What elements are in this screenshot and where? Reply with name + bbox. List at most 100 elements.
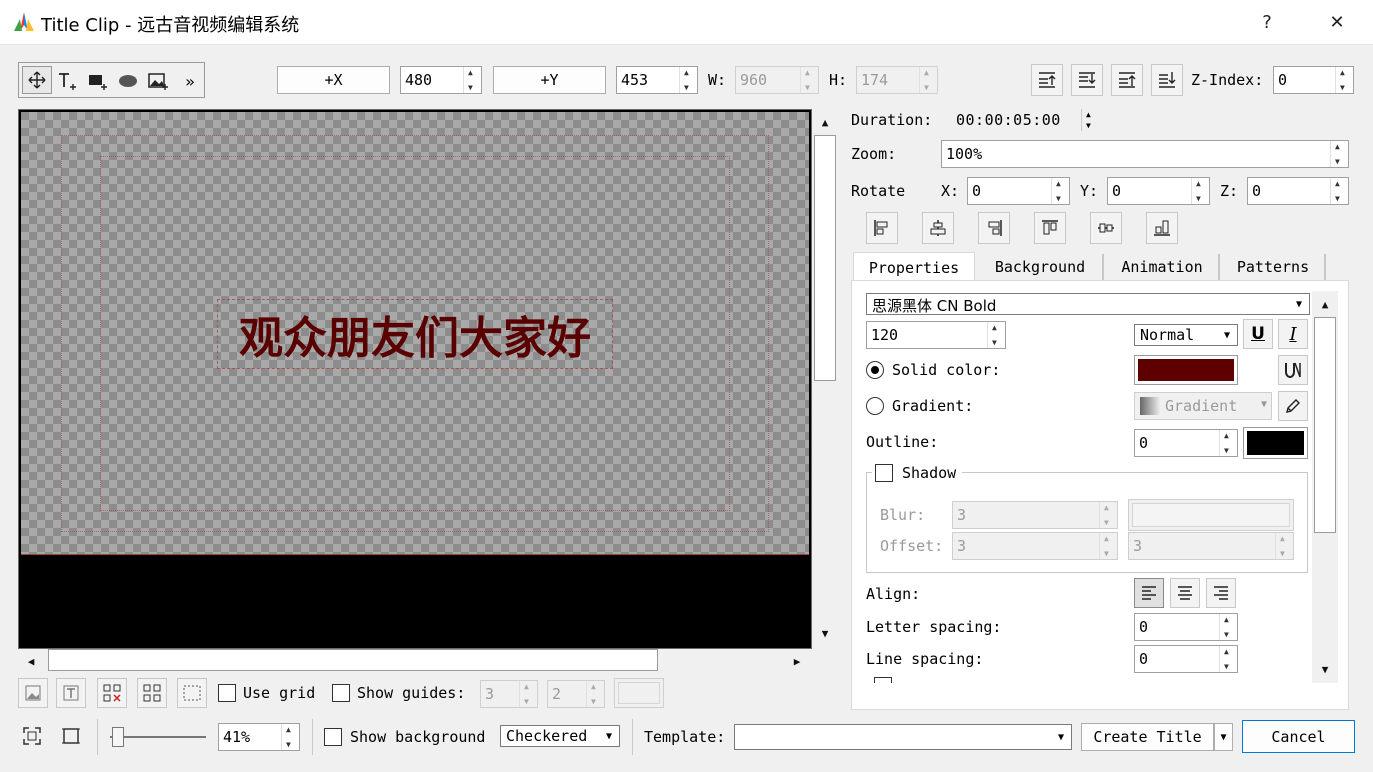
y-input[interactable]: 453 bbox=[616, 66, 698, 94]
use-grid-checkbox[interactable] bbox=[218, 684, 236, 702]
tab-patterns[interactable]: Patterns bbox=[1222, 254, 1326, 280]
zindex-label: Z-Index: bbox=[1191, 71, 1264, 89]
text-align-right-button[interactable] bbox=[1206, 578, 1236, 608]
close-button[interactable]: ✕ bbox=[1314, 0, 1360, 45]
duration-spinner[interactable]: ▲ ▼ bbox=[1081, 109, 1099, 131]
rotate-x-input[interactable]: 0 bbox=[967, 177, 1070, 205]
bring-to-front-button[interactable] bbox=[1031, 64, 1063, 96]
canvas-area[interactable]: 观众朋友们大家好 bbox=[18, 109, 812, 649]
align-center-h-button[interactable] bbox=[922, 212, 954, 244]
template-select[interactable] bbox=[734, 724, 1072, 750]
letter-spacing-spinner[interactable] bbox=[1219, 614, 1237, 640]
rotate-x-spinner[interactable] bbox=[1051, 178, 1069, 204]
image-tool[interactable] bbox=[145, 69, 171, 93]
rotate-z-spinner[interactable] bbox=[1330, 178, 1348, 204]
canvas-image-button[interactable] bbox=[18, 678, 48, 708]
solid-color-button[interactable] bbox=[1134, 355, 1238, 385]
text-frame-button[interactable] bbox=[56, 678, 86, 708]
zoom-spinner[interactable] bbox=[1330, 141, 1348, 167]
rotate-z-input[interactable]: 0 bbox=[1247, 177, 1349, 205]
text-align-center-button[interactable] bbox=[1170, 578, 1200, 608]
shadow-checkbox[interactable] bbox=[875, 464, 893, 482]
solid-color-radio[interactable] bbox=[866, 361, 884, 379]
strikeout-button[interactable] bbox=[1278, 355, 1308, 385]
text-align-left-button[interactable] bbox=[1134, 578, 1164, 608]
panel-scroll-up-arrow[interactable]: ▲ bbox=[1314, 293, 1336, 315]
selection-frame-button[interactable] bbox=[177, 678, 207, 708]
zoom-percent-input[interactable]: 41% bbox=[218, 723, 300, 751]
plus-y-button[interactable]: +Y bbox=[493, 66, 606, 94]
move-tool[interactable] bbox=[22, 66, 52, 94]
zoom-slider-track[interactable] bbox=[110, 736, 206, 738]
italic-button[interactable]: I bbox=[1278, 319, 1308, 349]
align-bottom-button[interactable] bbox=[1146, 212, 1178, 244]
scroll-right-arrow[interactable]: ▶ bbox=[786, 650, 808, 672]
fit-to-window-button[interactable] bbox=[20, 724, 44, 748]
help-button[interactable]: ? bbox=[1244, 0, 1290, 45]
send-backward-button[interactable] bbox=[1071, 64, 1103, 96]
panel-scroll-thumb[interactable] bbox=[1314, 317, 1336, 533]
canvas-preview[interactable]: 观众朋友们大家好 bbox=[21, 112, 809, 555]
panel-scroll-down-arrow[interactable]: ▼ bbox=[1314, 658, 1336, 680]
x-input[interactable]: 480 bbox=[400, 66, 482, 94]
rotate-y-spinner[interactable] bbox=[1191, 178, 1209, 204]
scroll-down-arrow[interactable]: ▼ bbox=[814, 622, 836, 644]
x-spinner[interactable] bbox=[463, 67, 481, 93]
align-right-button[interactable] bbox=[978, 212, 1010, 244]
horizontal-scroll-thumb[interactable] bbox=[48, 649, 658, 671]
ellipse-tool[interactable] bbox=[115, 69, 141, 93]
rectangle-tool[interactable] bbox=[85, 69, 111, 93]
chevron-down-icon bbox=[1219, 327, 1235, 343]
underline-button[interactable]: U bbox=[1243, 319, 1273, 349]
align-top-button[interactable] bbox=[1034, 212, 1066, 244]
scroll-left-arrow[interactable]: ◀ bbox=[20, 650, 42, 672]
panel-vertical-scrollbar[interactable]: ▲ ▼ bbox=[1312, 291, 1338, 683]
canvas-horizontal-scrollbar[interactable]: ◀ ▶ bbox=[18, 649, 812, 673]
y-spinner[interactable] bbox=[679, 67, 697, 93]
font-weight-select[interactable]: Normal bbox=[1134, 324, 1238, 346]
font-size-spinner[interactable] bbox=[987, 322, 1005, 348]
tab-background[interactable]: Background bbox=[978, 254, 1104, 280]
show-background-checkbox[interactable] bbox=[324, 728, 342, 746]
shadow-label: Shadow bbox=[902, 464, 957, 482]
more-tools-button[interactable]: » bbox=[179, 69, 201, 93]
outline-spinner[interactable] bbox=[1219, 430, 1237, 456]
send-to-back-button[interactable] bbox=[1151, 64, 1183, 96]
actual-size-button[interactable] bbox=[59, 724, 83, 748]
create-title-button[interactable]: Create Title bbox=[1081, 723, 1214, 751]
zoom-percent-spinner[interactable] bbox=[281, 724, 299, 750]
zindex-input[interactable]: 0 bbox=[1273, 66, 1354, 94]
line-spacing-input[interactable]: 0 bbox=[1134, 645, 1238, 673]
align-middle-button[interactable] bbox=[1090, 212, 1122, 244]
gradient-radio[interactable] bbox=[866, 397, 884, 415]
tab-properties[interactable]: Properties bbox=[853, 252, 975, 282]
letter-spacing-input[interactable]: 0 bbox=[1134, 613, 1238, 641]
rotate-y-input[interactable]: 0 bbox=[1107, 177, 1210, 205]
font-select[interactable]: 思源黑体 CN Bold bbox=[866, 293, 1310, 315]
font-size-input[interactable]: 120 bbox=[866, 321, 1006, 349]
cancel-button[interactable]: Cancel bbox=[1242, 720, 1355, 753]
zoom-input[interactable]: 100% bbox=[941, 140, 1349, 168]
outline-input[interactable]: 0 bbox=[1134, 429, 1238, 457]
duration-value[interactable]: 00:00:05:00 bbox=[956, 111, 1061, 129]
text-tool[interactable] bbox=[55, 69, 81, 93]
outline-color-button[interactable] bbox=[1243, 427, 1308, 459]
create-title-dropdown[interactable]: ▼ bbox=[1214, 723, 1233, 751]
plus-x-button[interactable]: +X bbox=[277, 66, 390, 94]
background-mode-select[interactable]: Checkered bbox=[500, 725, 620, 747]
bring-forward-button[interactable] bbox=[1111, 64, 1143, 96]
title-text-object[interactable]: 观众朋友们大家好 bbox=[217, 299, 613, 369]
tab-animation[interactable]: Animation bbox=[1106, 254, 1220, 280]
align-left-button[interactable] bbox=[866, 212, 898, 244]
canvas-vertical-scrollbar[interactable]: ▲ ▼ bbox=[812, 109, 838, 649]
qr-button[interactable] bbox=[137, 678, 167, 708]
zindex-spinner[interactable] bbox=[1335, 67, 1353, 93]
qr-remove-button[interactable] bbox=[97, 678, 127, 708]
scroll-up-arrow[interactable]: ▲ bbox=[814, 111, 836, 133]
vertical-scroll-thumb[interactable] bbox=[814, 135, 836, 381]
edit-gradient-button[interactable] bbox=[1278, 391, 1308, 421]
line-spacing-spinner[interactable] bbox=[1219, 646, 1237, 672]
strikeout-icon bbox=[1285, 362, 1301, 379]
zoom-slider-thumb[interactable] bbox=[112, 727, 124, 747]
show-guides-checkbox[interactable] bbox=[332, 684, 350, 702]
